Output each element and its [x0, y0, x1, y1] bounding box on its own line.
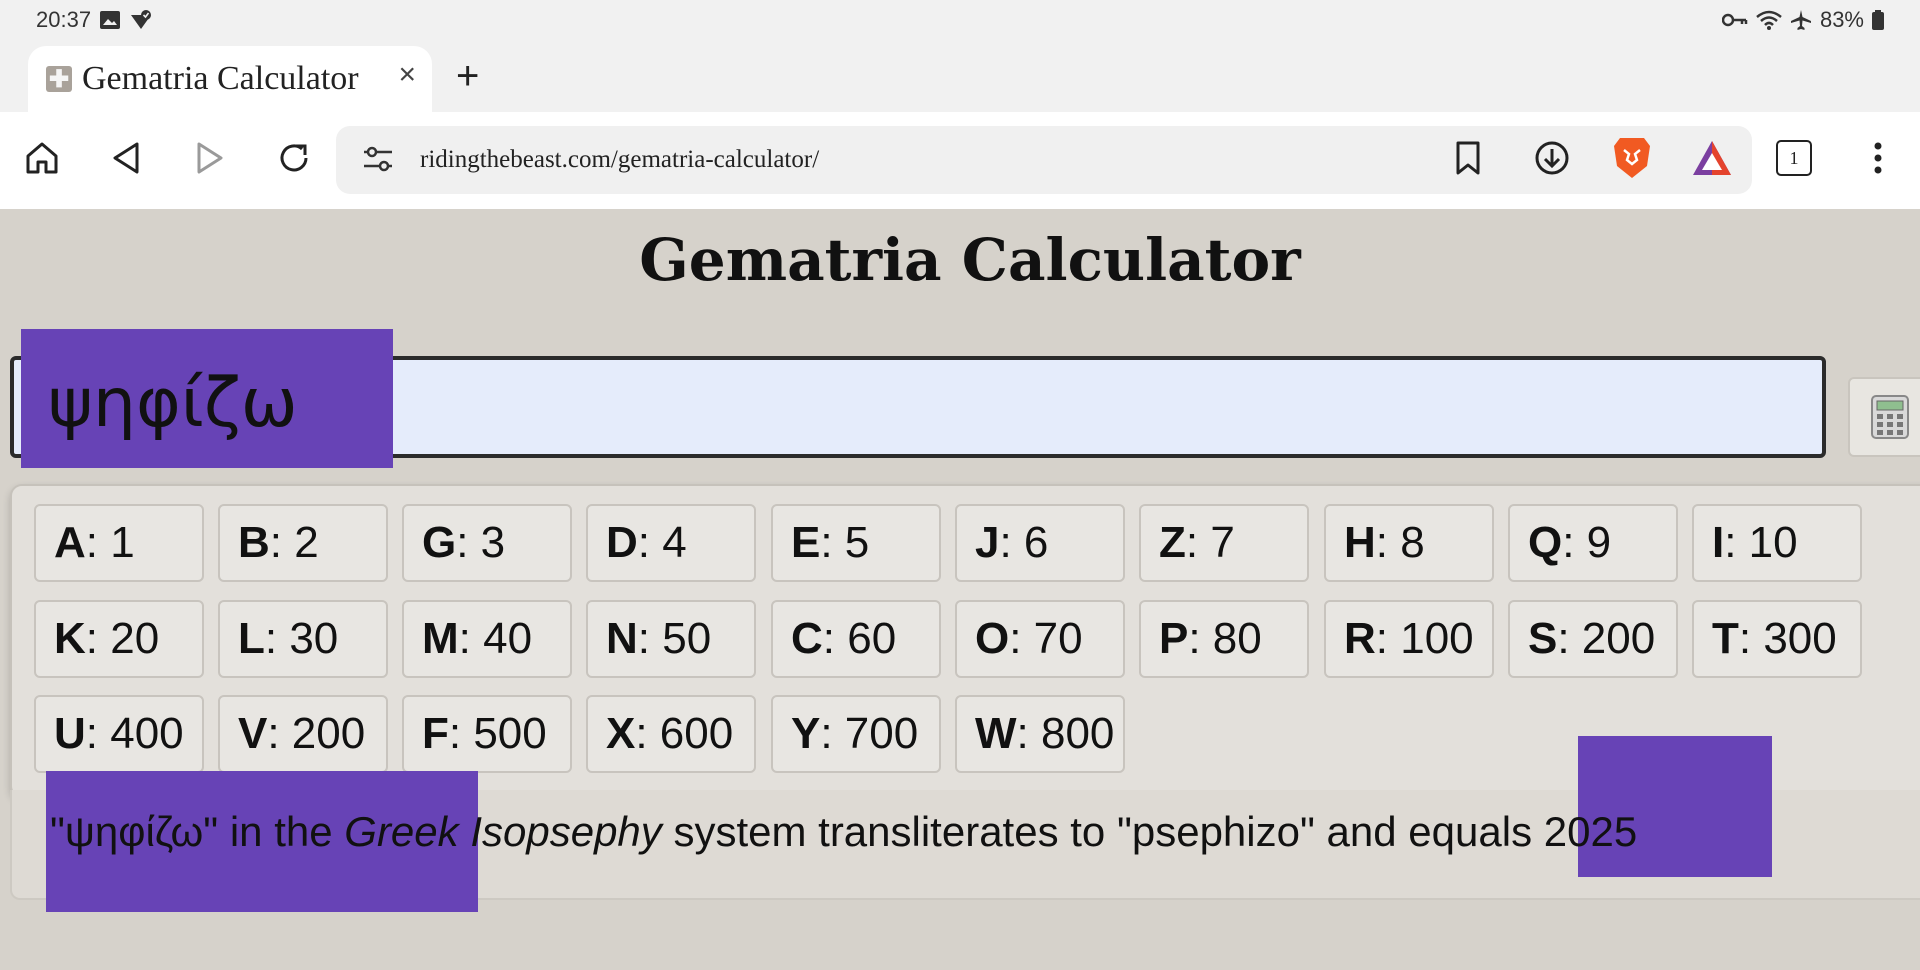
- brave-shields-button[interactable]: [1608, 134, 1656, 182]
- letter-key-I[interactable]: I: 10: [1692, 504, 1862, 582]
- letter-key-C[interactable]: C: 60: [771, 600, 941, 678]
- letter-key-H[interactable]: H: 8: [1324, 504, 1494, 582]
- calculator-icon: [1871, 395, 1909, 439]
- letter-key-A[interactable]: A: 1: [34, 504, 204, 582]
- browser-tab[interactable]: ✚ Gematria Calculator ×: [28, 46, 432, 112]
- browser-toolbar: ridingthebeast.com/gematria-calculator/ …: [0, 112, 1920, 209]
- clock: 20:37: [36, 7, 92, 32]
- back-arrow-icon: [113, 142, 139, 174]
- letter-key-W[interactable]: W: 800: [955, 695, 1125, 773]
- letter-key-F[interactable]: F: 500: [402, 695, 572, 773]
- forward-button[interactable]: [186, 134, 234, 182]
- input-value[interactable]: ψηφίζω: [48, 364, 298, 443]
- url-text[interactable]: ridingthebeast.com/gematria-calculator/: [420, 146, 819, 174]
- letter-key-X[interactable]: X: 600: [586, 695, 756, 773]
- bookmark-icon: [1456, 141, 1480, 175]
- brave-lion-icon: [1614, 138, 1650, 178]
- site-settings-icon[interactable]: [362, 144, 394, 174]
- wifi-icon: [1756, 10, 1782, 30]
- letter-key-K[interactable]: K: 20: [34, 600, 204, 678]
- reload-icon: [280, 144, 308, 172]
- tab-strip: ✚ Gematria Calculator × +: [0, 42, 1920, 112]
- key-icon: [1721, 13, 1748, 27]
- letter-key-M[interactable]: M: 40: [402, 600, 572, 678]
- close-tab-icon[interactable]: ×: [398, 58, 416, 92]
- brave-rewards-triangle-icon: [1693, 141, 1731, 175]
- battery-percentage: 83%: [1819, 7, 1864, 32]
- letter-key-T[interactable]: T: 300: [1692, 600, 1862, 678]
- more-vertical-icon: [1874, 142, 1882, 174]
- download-button[interactable]: [1528, 134, 1576, 182]
- site-favicon-icon: ✚: [46, 66, 72, 93]
- letter-key-Z[interactable]: Z: 7: [1139, 504, 1309, 582]
- page-title: Gematria Calculator: [639, 226, 1301, 294]
- image-notification-icon: [100, 11, 121, 29]
- calculate-button[interactable]: [1848, 377, 1920, 457]
- result-total: 2025: [1543, 808, 1638, 855]
- bookmark-button[interactable]: [1444, 134, 1492, 182]
- battery-icon: [1872, 10, 1884, 30]
- home-icon: [26, 142, 58, 174]
- letter-key-O[interactable]: O: 70: [955, 600, 1125, 678]
- letter-key-V[interactable]: V: 200: [218, 695, 388, 773]
- verified-notification-icon: [131, 10, 152, 29]
- download-icon: [1535, 141, 1569, 175]
- letter-key-E[interactable]: E: 5: [771, 504, 941, 582]
- result-text: "ψηφίζω" in the Greek Isopsephy system t…: [50, 808, 1638, 855]
- letter-key-J[interactable]: J: 6: [955, 504, 1125, 582]
- letter-key-Q[interactable]: Q: 9: [1508, 504, 1678, 582]
- letter-key-L[interactable]: L: 30: [218, 600, 388, 678]
- letter-key-B[interactable]: B: 2: [218, 504, 388, 582]
- new-tab-button[interactable]: +: [456, 54, 479, 99]
- tab-count-icon: 1: [1776, 140, 1812, 176]
- system-name-isopsephy: Isopsephy: [470, 808, 662, 855]
- tab-switcher-button[interactable]: 1: [1770, 134, 1818, 182]
- letter-key-Y[interactable]: Y: 700: [771, 695, 941, 773]
- brave-rewards-button[interactable]: [1688, 134, 1736, 182]
- letter-key-G[interactable]: G: 3: [402, 504, 572, 582]
- home-button[interactable]: [18, 134, 66, 182]
- letter-key-N[interactable]: N: 50: [586, 600, 756, 678]
- airplane-icon: [1790, 10, 1811, 30]
- forward-arrow-icon: [197, 142, 223, 174]
- letter-key-D[interactable]: D: 4: [586, 504, 756, 582]
- letter-key-U[interactable]: U: 400: [34, 695, 204, 773]
- letter-key-P[interactable]: P: 80: [1139, 600, 1309, 678]
- back-button[interactable]: [102, 134, 150, 182]
- letter-key-S[interactable]: S: 200: [1508, 600, 1678, 678]
- status-bar: 20:37 83%: [0, 0, 1920, 42]
- reload-button[interactable]: [270, 134, 318, 182]
- tab-title: Gematria Calculator: [82, 60, 359, 97]
- system-name-greek: Greek: [344, 808, 459, 855]
- menu-button[interactable]: [1854, 134, 1902, 182]
- letter-key-R[interactable]: R: 100: [1324, 600, 1494, 678]
